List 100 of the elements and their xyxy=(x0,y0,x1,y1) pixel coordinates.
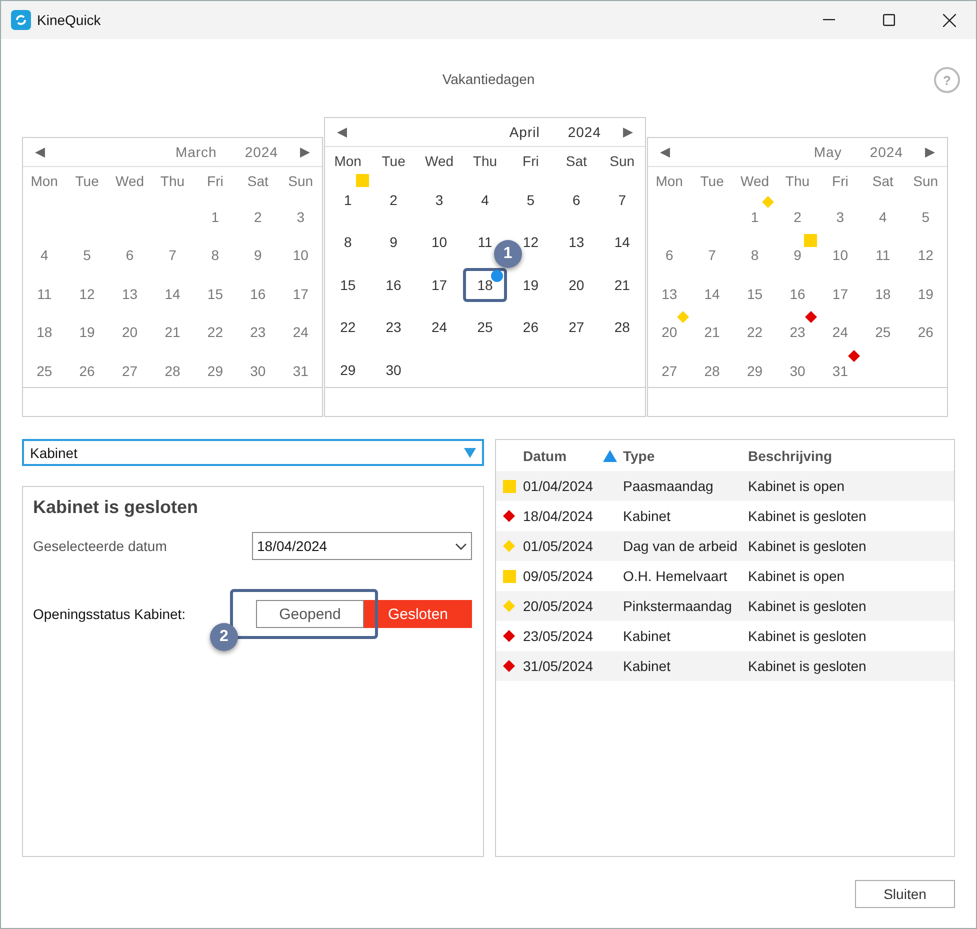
calendar-day[interactable]: 22 xyxy=(335,316,361,338)
calendar-day[interactable]: 13 xyxy=(116,282,143,305)
calendar-day[interactable]: 18 xyxy=(870,282,896,305)
calendar-day[interactable]: 6 xyxy=(568,188,586,211)
calendar-day[interactable]: 6 xyxy=(660,244,678,266)
calendar-day[interactable]: 5 xyxy=(522,188,540,211)
calendar-day[interactable]: 16 xyxy=(784,282,810,305)
calendar-day[interactable]: 14 xyxy=(699,282,725,305)
calendar-day[interactable]: 14 xyxy=(609,231,635,254)
calendar-day[interactable]: 15 xyxy=(335,274,361,296)
calendar-day[interactable]: 31 xyxy=(288,360,314,382)
column-header[interactable]: Datum xyxy=(523,448,603,464)
calendar-day[interactable]: 20 xyxy=(116,321,143,344)
calendar-day[interactable]: 7 xyxy=(703,244,721,266)
calendar-day[interactable]: 12 xyxy=(74,282,100,305)
calendar-day[interactable]: 6 xyxy=(120,244,139,266)
calendar-day[interactable]: 28 xyxy=(609,316,635,338)
calendar-day[interactable]: 23 xyxy=(245,321,271,344)
next-month-button[interactable]: ▶ xyxy=(300,144,310,159)
calendar-day[interactable]: 26 xyxy=(74,360,100,382)
calendar-day[interactable]: 8 xyxy=(206,244,224,266)
calendar-day[interactable]: 20 xyxy=(656,321,682,344)
calendar-day[interactable]: 21 xyxy=(699,321,725,344)
calendar-day[interactable]: 19 xyxy=(912,282,938,305)
calendar-day[interactable]: 24 xyxy=(288,321,314,344)
calendar-day[interactable]: 16 xyxy=(245,282,271,305)
calendar-day[interactable]: 10 xyxy=(288,244,314,266)
calendar-day[interactable]: 23 xyxy=(380,316,406,338)
calendar-day[interactable]: 27 xyxy=(656,360,682,382)
calendar-day[interactable]: 9 xyxy=(384,231,402,254)
calendar-day[interactable]: 30 xyxy=(380,358,406,381)
calendar-day[interactable]: 27 xyxy=(564,316,590,338)
calendar-day[interactable]: 19 xyxy=(74,321,100,344)
calendar-day[interactable]: 21 xyxy=(160,321,186,344)
calendar-day[interactable]: 31 xyxy=(827,360,853,382)
calendar-day[interactable]: 15 xyxy=(742,282,768,305)
calendar-day[interactable]: 1 xyxy=(746,206,764,228)
calendar-day[interactable]: 20 xyxy=(564,274,590,296)
previous-month-button[interactable]: ◀ xyxy=(35,144,45,159)
calendar-day[interactable]: 24 xyxy=(827,321,853,344)
calendar-day[interactable]: 25 xyxy=(870,321,896,344)
calendar-day[interactable]: 29 xyxy=(742,360,768,382)
calendar-day[interactable]: 26 xyxy=(518,316,544,338)
calendar-day[interactable]: 2 xyxy=(249,206,267,228)
calendar-day[interactable]: 4 xyxy=(874,206,892,228)
calendar-day[interactable]: 22 xyxy=(202,321,228,344)
calendar-day[interactable]: 4 xyxy=(35,244,54,266)
calendar-day[interactable]: 17 xyxy=(827,282,853,305)
calendar-day[interactable]: 25 xyxy=(32,360,58,382)
calendar-day[interactable]: 23 xyxy=(784,321,810,344)
calendar-day[interactable]: 25 xyxy=(472,316,498,338)
status-option[interactable]: Geopend xyxy=(256,600,364,628)
calendar-day[interactable]: 30 xyxy=(784,360,810,382)
column-header[interactable]: Beschrijving xyxy=(748,448,954,464)
calendar-day[interactable]: 27 xyxy=(116,360,143,382)
next-month-button[interactable]: ▶ xyxy=(623,124,633,139)
calendar-day[interactable]: 13 xyxy=(656,282,682,305)
close-dialog-button[interactable]: Sluiten xyxy=(855,880,955,908)
calendar-day[interactable]: 4 xyxy=(476,188,494,211)
calendar-day[interactable]: 5 xyxy=(78,244,96,266)
previous-month-button[interactable]: ◀ xyxy=(337,124,347,139)
previous-month-button[interactable]: ◀ xyxy=(660,144,670,159)
column-header[interactable]: Type xyxy=(623,448,748,464)
calendar-day[interactable]: 12 xyxy=(912,244,938,266)
calendar-day[interactable]: 14 xyxy=(160,282,186,305)
calendar-day[interactable]: 5 xyxy=(916,206,935,228)
calendar-day[interactable]: 9 xyxy=(249,244,267,266)
calendar-day[interactable]: 18 xyxy=(32,321,58,344)
next-month-button[interactable]: ▶ xyxy=(925,144,935,159)
calendar-day[interactable]: 3 xyxy=(430,188,448,211)
calendar-day[interactable]: 8 xyxy=(338,231,357,254)
calendar-day[interactable]: 30 xyxy=(245,360,271,382)
calendar-day[interactable]: 11 xyxy=(32,282,57,305)
calendar-day[interactable]: 28 xyxy=(699,360,725,382)
calendar-day[interactable]: 13 xyxy=(564,231,590,254)
calendar-day[interactable]: 28 xyxy=(160,360,186,382)
calendar-day[interactable]: 22 xyxy=(742,321,768,344)
calendar-day[interactable]: 21 xyxy=(609,274,635,296)
calendar-day[interactable]: 26 xyxy=(912,321,938,344)
calendar-day[interactable]: 24 xyxy=(426,316,452,338)
calendar-day[interactable]: 3 xyxy=(831,206,850,228)
help-button[interactable]: ? xyxy=(934,67,960,93)
calendar-day[interactable]: 10 xyxy=(827,244,853,266)
calendar-day[interactable]: 7 xyxy=(164,244,182,266)
calendar-day[interactable]: 8 xyxy=(746,244,764,266)
calendar-day[interactable]: 3 xyxy=(292,206,310,228)
category-dropdown[interactable]: Kabinet xyxy=(22,439,484,466)
calendar-day[interactable]: 2 xyxy=(384,188,402,211)
calendar-day[interactable]: 29 xyxy=(202,360,228,382)
calendar-day[interactable]: 17 xyxy=(426,274,452,296)
status-option[interactable]: Gesloten xyxy=(364,600,472,628)
calendar-day[interactable]: 7 xyxy=(613,188,632,211)
calendar-day[interactable]: 16 xyxy=(380,274,406,296)
calendar-day[interactable]: 1 xyxy=(338,188,357,211)
calendar-day[interactable]: 1 xyxy=(206,206,224,228)
calendar-day[interactable]: 9 xyxy=(788,244,806,266)
calendar-day[interactable]: 19 xyxy=(518,274,544,296)
calendar-day[interactable]: 11 xyxy=(870,244,896,266)
calendar-day[interactable]: 29 xyxy=(335,358,361,381)
calendar-day[interactable]: 15 xyxy=(202,282,228,305)
